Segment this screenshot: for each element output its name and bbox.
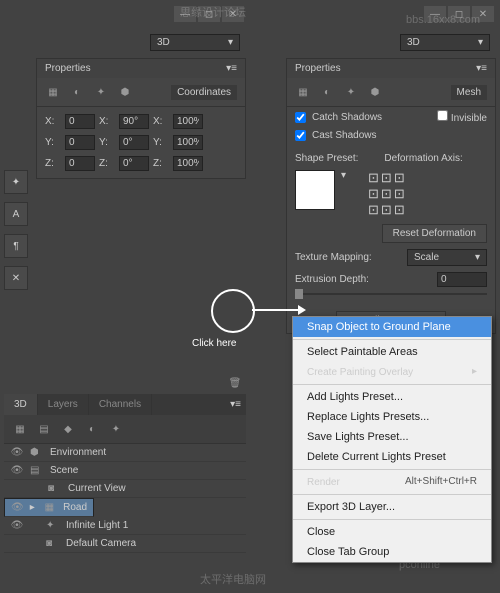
- menu-replace-lights[interactable]: Replace Lights Presets...: [293, 407, 491, 427]
- extrusion-slider[interactable]: [295, 293, 487, 295]
- tab-channels[interactable]: Channels: [89, 394, 152, 415]
- annotation-arrow: [252, 309, 300, 311]
- invisible-checkbox[interactable]: [437, 110, 448, 121]
- reset-deformation-button[interactable]: Reset Deformation: [382, 224, 487, 243]
- camera-icon: ◙: [46, 538, 60, 549]
- light-icon[interactable]: ✦: [343, 84, 359, 100]
- layer-row[interactable]: 👁▤Scene: [4, 462, 246, 480]
- light-icon: ✦: [46, 520, 60, 531]
- shape-preset-swatch[interactable]: [295, 170, 335, 210]
- mesh-icon[interactable]: ▦: [295, 84, 311, 100]
- panel-menu-icon[interactable]: ▾≡: [476, 63, 487, 74]
- layer-row[interactable]: 👁⬢Environment: [4, 444, 246, 462]
- select-value: 3D: [157, 37, 170, 48]
- annotation-circle: [211, 289, 255, 333]
- x-scale-input[interactable]: [173, 114, 203, 129]
- layer-row[interactable]: ◙Default Camera: [4, 535, 246, 553]
- context-menu: Snap Object to Ground Plane Select Paint…: [292, 316, 492, 563]
- tab-3d[interactable]: 3D: [4, 394, 38, 415]
- menu-snap-object[interactable]: Snap Object to Ground Plane: [293, 317, 491, 337]
- annotation-label: Click here: [192, 338, 236, 349]
- material-icon[interactable]: ◐: [69, 84, 85, 100]
- tool-icon[interactable]: ✦: [4, 170, 28, 194]
- watermark: bbs.16xx8.com: [406, 14, 480, 26]
- visibility-icon[interactable]: 👁: [11, 502, 24, 513]
- texture-mapping-select[interactable]: Scale▾: [407, 249, 487, 266]
- visibility-icon[interactable]: 👁: [10, 447, 24, 458]
- menu-export-3d[interactable]: Export 3D Layer...: [293, 497, 491, 517]
- 3d-mode-select[interactable]: 3D▾: [400, 34, 490, 51]
- scene-icon: ▤: [30, 465, 44, 476]
- menu-create-overlay: Create Painting Overlay▸: [293, 362, 491, 382]
- filter-cam-icon[interactable]: ✦: [108, 421, 124, 437]
- menu-render[interactable]: RenderAlt+Shift+Ctrl+R: [293, 472, 491, 492]
- visibility-icon[interactable]: 👁: [10, 520, 24, 531]
- tab-layers[interactable]: Layers: [38, 394, 89, 415]
- z-pos-input[interactable]: [65, 156, 95, 171]
- panel-title: Properties: [295, 63, 341, 74]
- visibility-icon[interactable]: 👁: [10, 465, 24, 476]
- layer-row[interactable]: ◙Current View: [4, 480, 246, 498]
- panel-flyout-icon[interactable]: ▾≡: [225, 394, 246, 415]
- watermark: 思缘设计论坛: [180, 4, 246, 20]
- filter-light-icon[interactable]: ▤: [36, 421, 52, 437]
- cast-shadows-checkbox[interactable]: [295, 130, 306, 141]
- y-pos-input[interactable]: [65, 135, 95, 150]
- wrench-icon[interactable]: ✕: [4, 266, 28, 290]
- mode-label: Mesh: [451, 85, 487, 100]
- z-rot-input[interactable]: [119, 156, 149, 171]
- x-pos-input[interactable]: [65, 114, 95, 129]
- menu-save-lights[interactable]: Save Lights Preset...: [293, 427, 491, 447]
- y-scale-input[interactable]: [173, 135, 203, 150]
- type-icon[interactable]: A: [4, 202, 28, 226]
- filter-mesh-icon[interactable]: ◆: [60, 421, 76, 437]
- 3d-mode-select[interactable]: 3D▾: [150, 34, 240, 51]
- mesh-icon: ▦: [45, 502, 57, 513]
- z-scale-input[interactable]: [173, 156, 203, 171]
- trash-icon[interactable]: 🗑: [227, 375, 243, 391]
- camera-icon: ◙: [48, 483, 62, 494]
- catch-shadows-checkbox[interactable]: [295, 112, 306, 123]
- panel-title: Properties: [45, 63, 91, 74]
- y-rot-input[interactable]: [119, 135, 149, 150]
- layer-row[interactable]: 👁✦Infinite Light 1: [4, 517, 246, 535]
- panel-menu-icon[interactable]: ▾≡: [226, 63, 237, 74]
- para-icon[interactable]: ¶: [4, 234, 28, 258]
- scene-icon[interactable]: ⬢: [117, 84, 133, 100]
- menu-delete-lights[interactable]: Delete Current Lights Preset: [293, 447, 491, 467]
- mode-label: Coordinates: [171, 85, 237, 100]
- scene-icon[interactable]: ⬢: [367, 84, 383, 100]
- layer-row-selected[interactable]: 👁▸▦Road: [4, 498, 94, 517]
- light-icon[interactable]: ✦: [93, 84, 109, 100]
- deformation-axis-grid[interactable]: ⊡⊡⊡⊡⊡⊡⊡⊡⊡: [368, 170, 407, 218]
- env-icon: ⬢: [30, 447, 44, 458]
- mesh-icon[interactable]: ▦: [45, 84, 61, 100]
- filter-env-icon[interactable]: ▦: [12, 421, 28, 437]
- menu-select-paintable[interactable]: Select Paintable Areas: [293, 342, 491, 362]
- filter-mat-icon[interactable]: ◐: [84, 421, 100, 437]
- material-icon[interactable]: ◐: [319, 84, 335, 100]
- menu-close-tab-group[interactable]: Close Tab Group: [293, 542, 491, 562]
- watermark: 太平洋电脑网: [200, 571, 266, 587]
- menu-close[interactable]: Close: [293, 522, 491, 542]
- extrusion-depth-input[interactable]: [437, 272, 487, 287]
- menu-add-lights[interactable]: Add Lights Preset...: [293, 387, 491, 407]
- x-rot-input[interactable]: [119, 114, 149, 129]
